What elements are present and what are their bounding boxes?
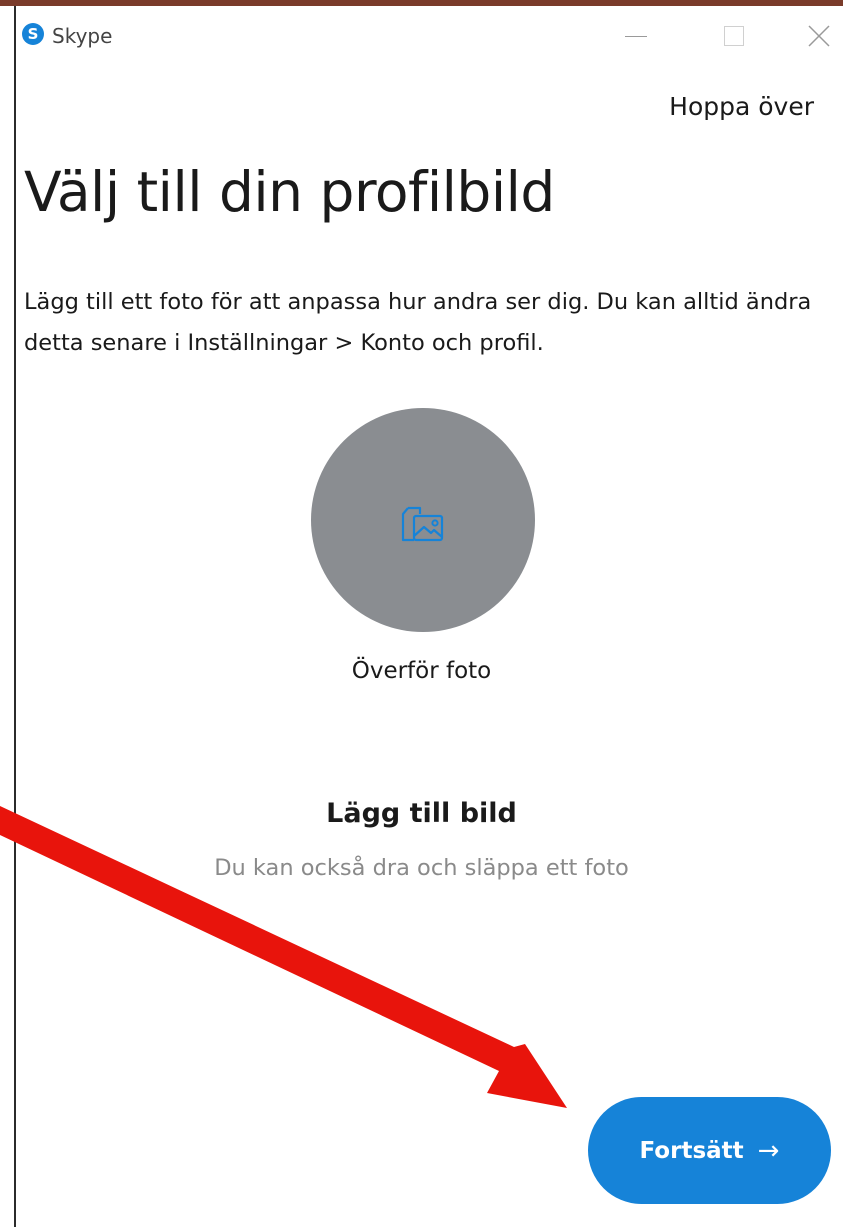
arrow-right-icon: → <box>757 1135 780 1166</box>
page-title: Välj till din profilbild <box>24 160 555 224</box>
skip-link[interactable]: Hoppa över <box>669 92 814 121</box>
profile-picture-upload[interactable] <box>311 408 535 632</box>
minimize-icon <box>625 36 647 37</box>
app-title: Skype <box>52 24 113 48</box>
minimize-button[interactable] <box>617 16 661 56</box>
continue-button[interactable]: Fortsätt → <box>588 1097 831 1204</box>
continue-label: Fortsätt <box>639 1137 744 1164</box>
drag-drop-hint: Du kan också dra och släppa ett foto <box>214 855 629 881</box>
skype-logo-icon: S <box>22 23 44 45</box>
image-upload-icon <box>401 506 444 542</box>
close-button[interactable] <box>796 16 840 56</box>
titlebar: S Skype <box>16 6 843 68</box>
upload-photo-label[interactable]: Överför foto <box>0 658 843 684</box>
close-icon <box>808 25 830 47</box>
maximize-button[interactable] <box>712 16 756 56</box>
add-picture-title: Lägg till bild <box>326 798 517 829</box>
maximize-icon <box>724 26 744 46</box>
page-description: Lägg till ett foto för att anpassa hur a… <box>24 289 812 356</box>
